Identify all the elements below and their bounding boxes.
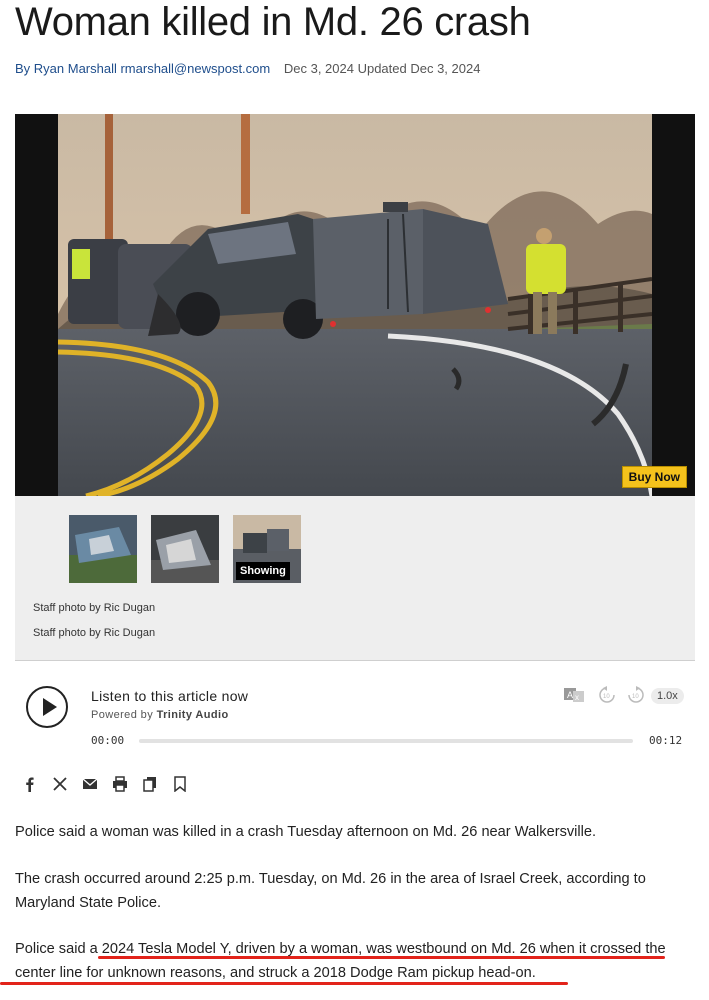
article-paragraph-1: Police said a woman was killed in a cras… — [15, 824, 597, 840]
article-headline: Woman killed in Md. 26 crash — [15, 0, 531, 44]
forward-icon[interactable]: 10 — [627, 686, 645, 704]
article-paragraph-2: The crash occurred around 2:25 p.m. Tues… — [15, 867, 685, 915]
print-icon[interactable] — [112, 776, 128, 792]
audio-player: Listen to this article now Powered by Tr… — [15, 672, 695, 762]
article-paragraph-2-line-1: The crash occurred around 2:25 p.m. Tues… — [15, 871, 646, 887]
svg-text:A: A — [567, 690, 573, 700]
translate-icon[interactable]: A x — [564, 686, 584, 704]
author-link[interactable]: By Ryan Marshall rmarshall@newspost.com — [15, 61, 270, 76]
audio-duration: 00:12 — [649, 734, 683, 747]
gallery-thumbnail-3[interactable]: Showing — [233, 515, 301, 583]
copy-icon[interactable] — [142, 776, 158, 792]
audio-powered-by: Powered by Trinity Audio — [91, 709, 229, 721]
gallery-thumbnail-1[interactable] — [69, 515, 137, 583]
audio-title: Listen to this article now — [91, 688, 249, 704]
photo-credit: Staff photo by Ric Dugan — [33, 627, 156, 639]
x-icon[interactable] — [52, 776, 68, 792]
publish-dates: Dec 3, 2024 Updated Dec 3, 2024 — [283, 61, 481, 76]
photo-caption: Staff photo by Ric Dugan — [33, 602, 156, 614]
svg-text:10: 10 — [603, 694, 610, 700]
facebook-icon[interactable] — [22, 776, 38, 792]
bookmark-icon[interactable] — [172, 776, 188, 792]
rewind-icon[interactable]: 10 — [598, 686, 616, 704]
crash-photo-main[interactable] — [58, 114, 652, 496]
audio-current-time: 00:00 — [91, 734, 125, 747]
svg-text:10: 10 — [632, 694, 639, 700]
audio-progress-bar[interactable] — [139, 739, 633, 743]
buy-now-button[interactable]: Buy Now — [621, 466, 687, 488]
photo-gallery: Showing Staff photo by Ric Dugan Staff p… — [15, 496, 695, 661]
showing-badge: Showing — [236, 562, 290, 580]
svg-text:x: x — [575, 693, 579, 702]
red-underline-1 — [98, 956, 665, 959]
photo-viewer: Buy Now — [15, 114, 695, 496]
red-underline-2 — [0, 982, 568, 985]
article-paragraph-3: Police said a 2024 Tesla Model Y, driven… — [15, 937, 685, 985]
powered-by-prefix: Powered by — [91, 709, 154, 721]
speed-control[interactable]: 1.0x — [651, 688, 684, 704]
play-icon[interactable] — [26, 686, 68, 728]
article-paragraph-2-line-2: Maryland State Police. — [15, 895, 162, 911]
gallery-thumbnail-2[interactable] — [151, 515, 219, 583]
email-icon[interactable] — [82, 776, 98, 792]
byline: By Ryan Marshall rmarshall@newspost.com … — [15, 61, 480, 76]
powered-by-brand[interactable]: Trinity Audio — [157, 709, 229, 721]
